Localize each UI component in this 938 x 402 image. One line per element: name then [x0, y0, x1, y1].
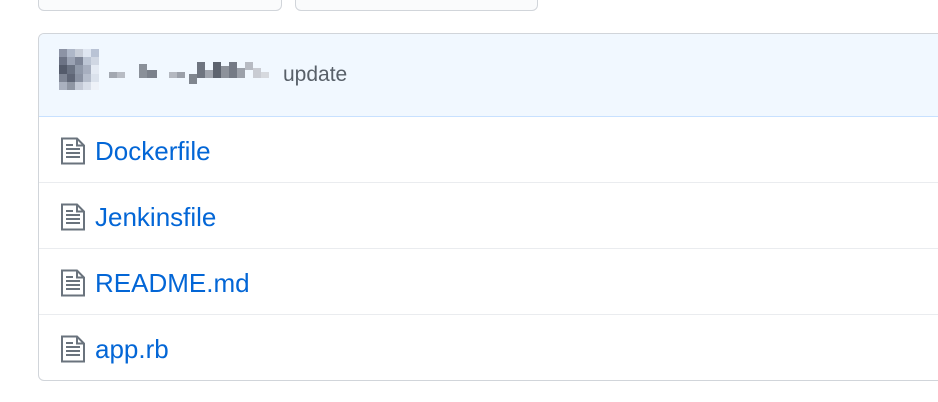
- file-row-app-rb: app.rb: [39, 315, 938, 380]
- file-icon: [61, 269, 85, 297]
- file-row-dockerfile: Dockerfile: [39, 117, 938, 183]
- top-button-right[interactable]: [295, 0, 538, 11]
- file-link[interactable]: Jenkinsfile: [95, 201, 216, 233]
- file-icon: [61, 137, 85, 165]
- file-row-readme: README.md: [39, 249, 938, 315]
- file-row-jenkinsfile: Jenkinsfile: [39, 183, 938, 249]
- commit-message[interactable]: update: [283, 62, 347, 88]
- file-link[interactable]: Dockerfile: [95, 135, 211, 167]
- author-name[interactable]: [109, 62, 281, 84]
- file-icon: [61, 335, 85, 363]
- file-link[interactable]: README.md: [95, 267, 250, 299]
- top-button-left[interactable]: [38, 0, 282, 11]
- file-listing: update Dockerfile Jenkinsfile README.md …: [38, 33, 938, 381]
- file-icon: [61, 203, 85, 231]
- author-avatar[interactable]: [59, 49, 99, 90]
- file-link[interactable]: app.rb: [95, 333, 169, 365]
- latest-commit-bar: update: [39, 34, 938, 117]
